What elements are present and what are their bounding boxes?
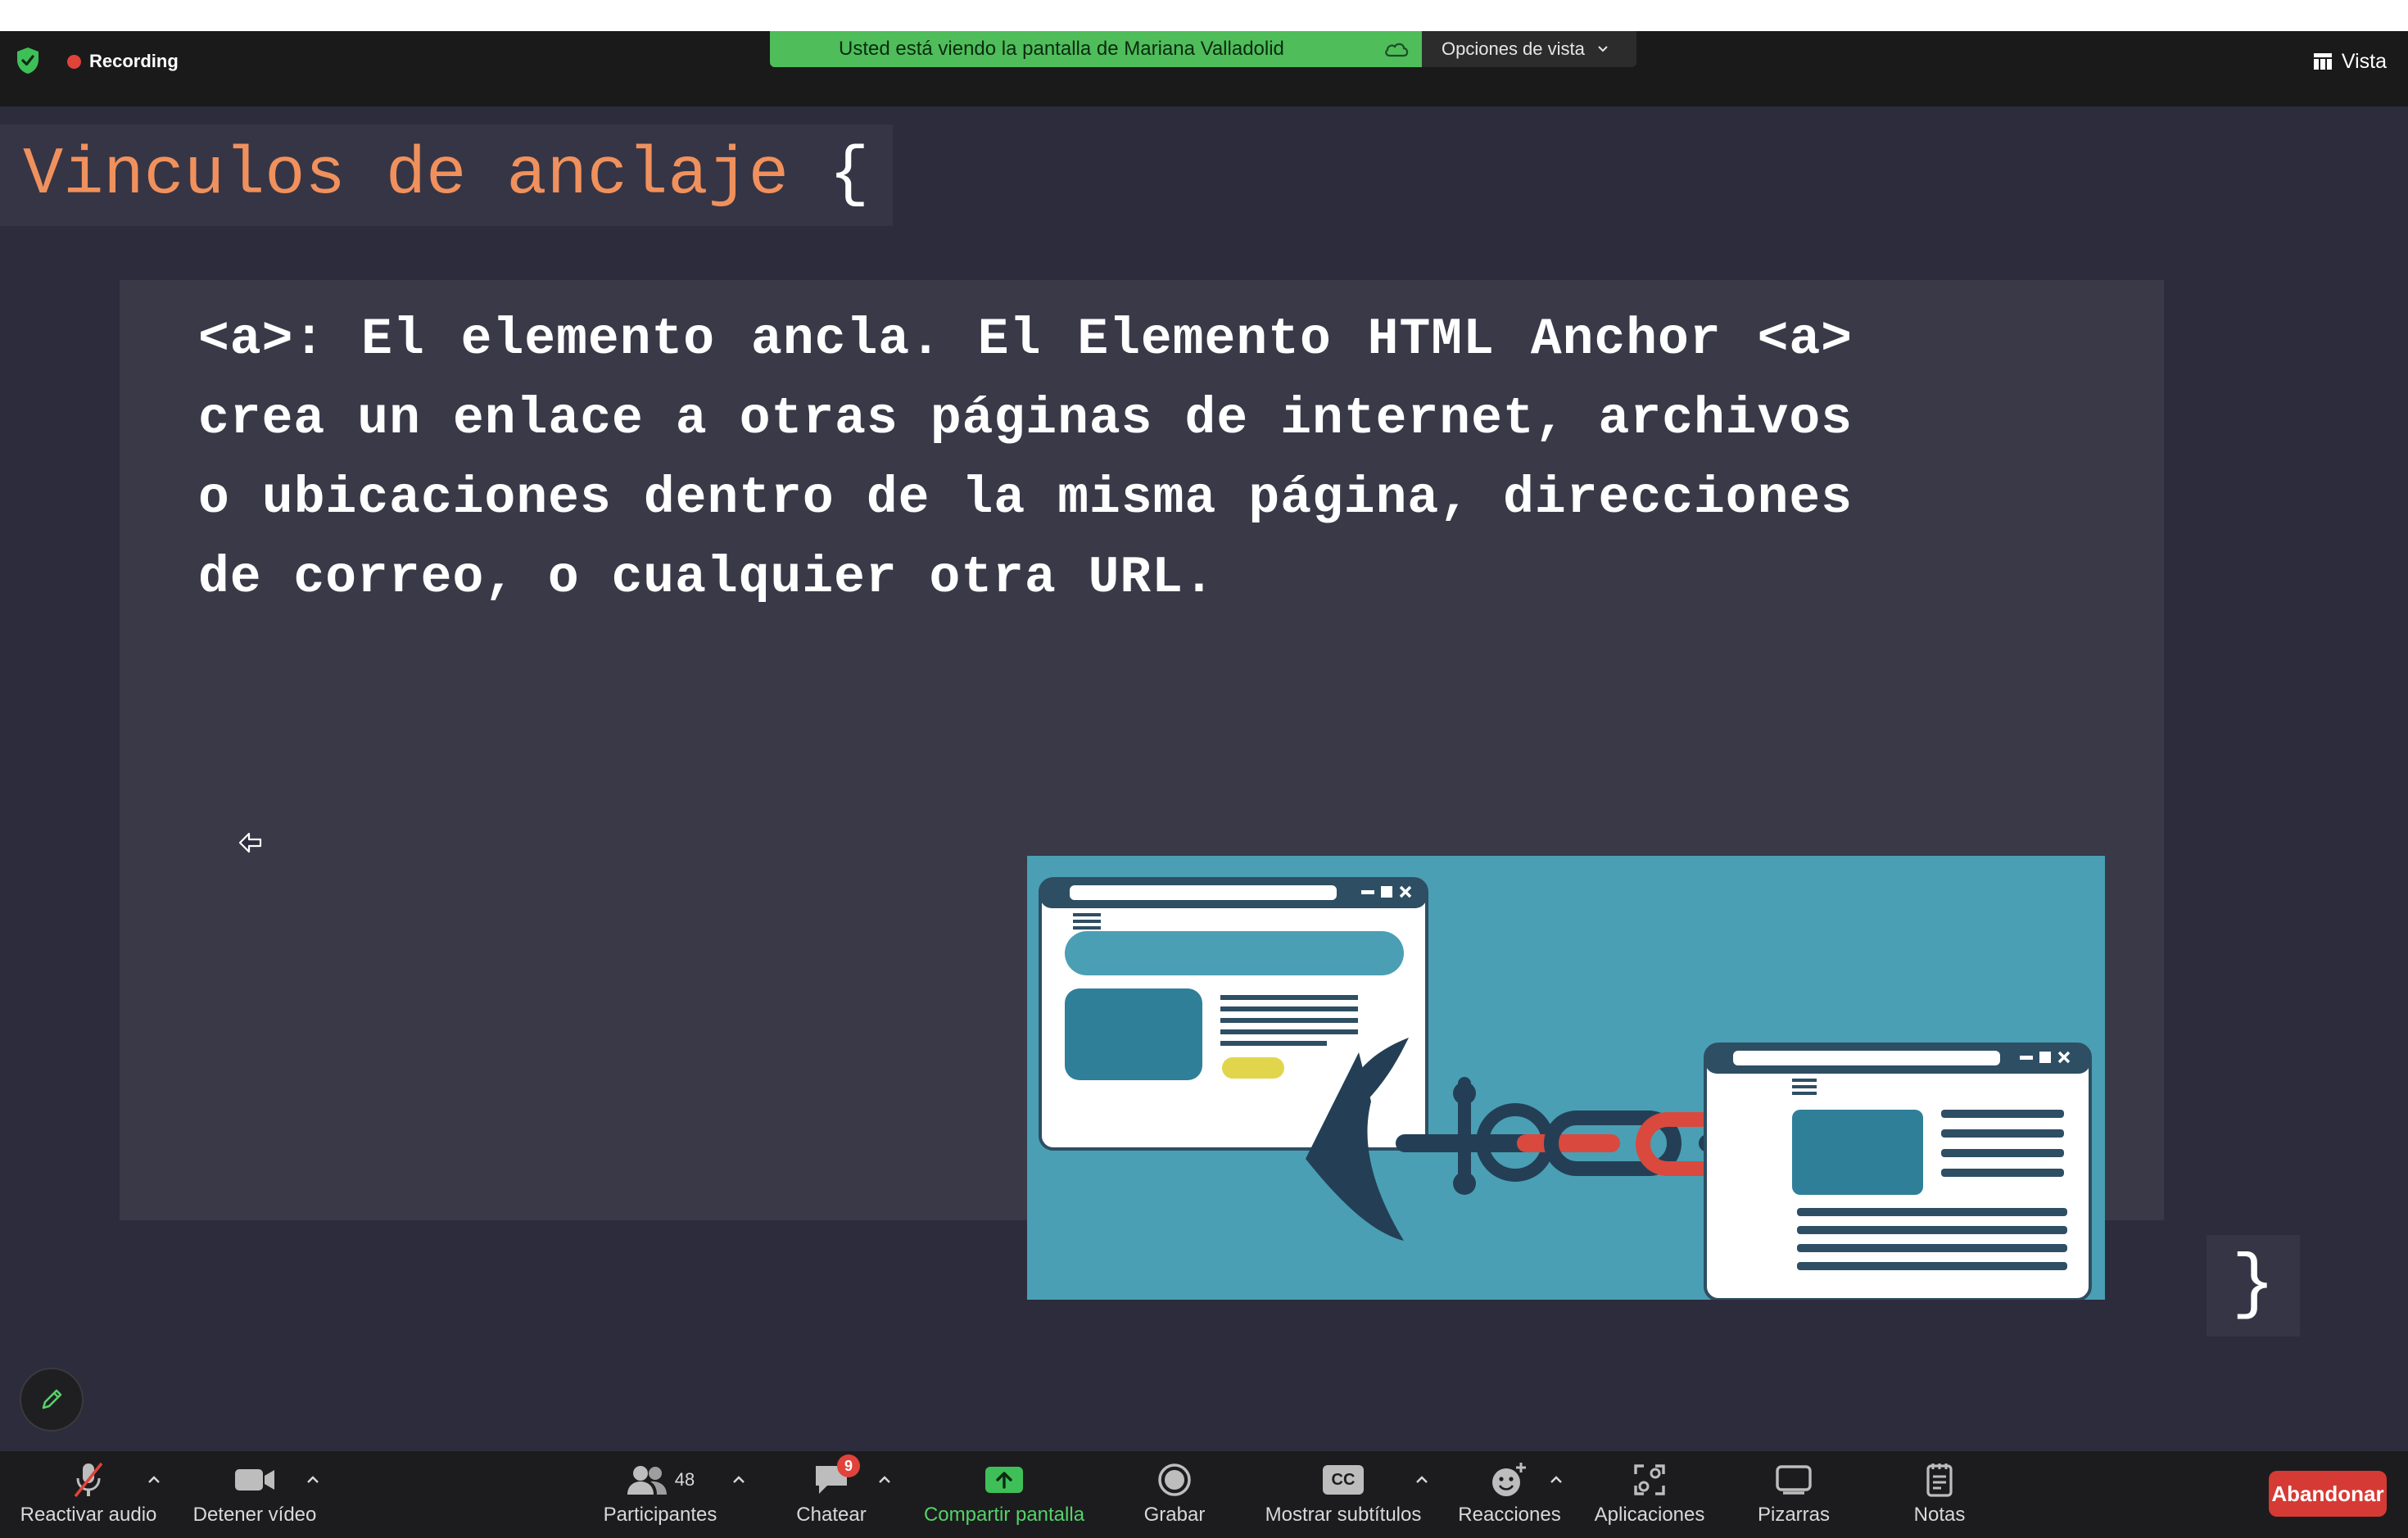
whiteboard-icon <box>1776 1465 1812 1495</box>
record-label: Grabar <box>1143 1504 1206 1526</box>
participants-icon-wrap: 48 <box>626 1459 695 1500</box>
shield-icon[interactable] <box>15 46 41 75</box>
anchor-link-illustration <box>1027 856 2105 1300</box>
cloud-icon[interactable] <box>1383 39 1410 59</box>
apps-icon <box>1634 1464 1665 1495</box>
apps-label: Aplicaciones <box>1594 1504 1705 1526</box>
captions-options-caret-icon[interactable] <box>1414 1474 1430 1486</box>
apps-icon-wrap <box>1632 1459 1667 1500</box>
audio-options-caret-icon[interactable] <box>146 1474 162 1486</box>
chat-label: Chatear <box>796 1504 867 1526</box>
whiteboards-label: Pizarras <box>1757 1504 1831 1526</box>
apps-button[interactable]: Aplicaciones <box>1584 1459 1715 1533</box>
top-white-strip <box>0 0 2408 31</box>
slide-title-text: Vinculos de anclaje <box>23 137 789 213</box>
show-captions-label: Mostrar subtítulos <box>1265 1504 1422 1526</box>
view-options-label: Opciones de vista <box>1442 38 1585 59</box>
participants-icon <box>627 1466 667 1495</box>
back-arrow-cursor-icon <box>238 832 262 853</box>
notes-icon-wrap <box>1924 1459 1955 1500</box>
closed-captions-icon: CC <box>1323 1465 1364 1495</box>
reactions-button[interactable]: Reacciones <box>1450 1459 1569 1533</box>
participants-button[interactable]: 48 Participantes <box>595 1459 726 1533</box>
share-screen-label: Compartir pantalla <box>923 1504 1085 1526</box>
slide-close-brace: } <box>2231 1245 2275 1326</box>
video-options-caret-icon[interactable] <box>305 1474 321 1486</box>
chat-unread-badge: 9 <box>837 1454 860 1477</box>
emoji-add-icon <box>1492 1463 1526 1496</box>
reactions-options-caret-icon[interactable] <box>1548 1474 1564 1486</box>
chevron-down-icon <box>1598 46 1608 52</box>
muted-mic-icon <box>70 1459 106 1500</box>
view-label: Vista <box>2341 49 2387 73</box>
annotate-button[interactable] <box>20 1368 84 1432</box>
record-icon <box>1158 1463 1191 1496</box>
notes-button[interactable]: Notas <box>1899 1459 1980 1533</box>
stop-video-button[interactable]: Detener vídeo <box>185 1459 324 1533</box>
notes-icon <box>1926 1463 1953 1497</box>
share-screen-icon <box>985 1467 1023 1493</box>
participants-options-caret-icon[interactable] <box>731 1474 747 1486</box>
view-button[interactable]: Vista <box>2313 47 2387 75</box>
grid-view-icon <box>2313 53 2332 70</box>
slide-body-text: <a>: El elemento ancla. El Elemento HTML… <box>198 310 1853 607</box>
meeting-toolbar: Reactivar audio Detener vídeo 48 Partici… <box>0 1451 2408 1538</box>
record-icon-wrap <box>1156 1459 1193 1500</box>
participants-count: 48 <box>674 1469 695 1490</box>
share-screen-icon-wrap <box>984 1459 1025 1500</box>
slide-title: Vinculos de anclaje { <box>23 142 869 209</box>
top-bar: Recording Usted está viendo la pantalla … <box>0 31 2408 106</box>
leave-meeting-button[interactable]: Abandonar <box>2269 1471 2387 1517</box>
unmute-audio-label: Reactivar audio <box>20 1504 157 1526</box>
zoom-meeting-window: Recording Usted está viendo la pantalla … <box>0 0 2408 1538</box>
participants-label: Participantes <box>603 1504 717 1526</box>
view-options-button[interactable]: Opciones de vista <box>1422 31 1636 67</box>
slide-close-brace-box: } <box>2207 1235 2300 1337</box>
whiteboards-button[interactable]: Pizarras <box>1753 1459 1835 1533</box>
recording-label: Recording <box>89 51 179 71</box>
reactions-label: Reacciones <box>1458 1504 1561 1526</box>
show-captions-button[interactable]: CC Mostrar subtítulos <box>1253 1459 1433 1533</box>
stop-video-label: Detener vídeo <box>192 1504 317 1526</box>
screen-share-banner: Usted está viendo la pantalla de Mariana… <box>770 31 1422 67</box>
pencil-icon <box>42 1389 62 1409</box>
chat-options-caret-icon[interactable] <box>876 1474 893 1486</box>
captions-icon-wrap: CC <box>1323 1459 1364 1500</box>
record-button[interactable]: Grabar <box>1134 1459 1215 1533</box>
recording-dot-icon <box>67 54 81 69</box>
whiteboards-icon-wrap <box>1775 1459 1813 1500</box>
recording-indicator[interactable]: Recording <box>67 49 179 74</box>
share-screen-button[interactable]: Compartir pantalla <box>914 1459 1094 1533</box>
share-banner-text: Usted está viendo la pantalla de Mariana… <box>839 38 1284 60</box>
slide-open-brace: { <box>829 137 870 213</box>
slide-title-box: Vinculos de anclaje { <box>0 124 893 226</box>
unmute-audio-button[interactable]: Reactivar audio <box>15 1459 162 1533</box>
chat-icon-wrap: 9 <box>812 1454 860 1500</box>
video-camera-icon <box>233 1459 276 1500</box>
notes-label: Notas <box>1913 1504 1966 1526</box>
reactions-icon-wrap <box>1490 1459 1529 1500</box>
chat-button[interactable]: 9 Chatear <box>786 1454 876 1533</box>
